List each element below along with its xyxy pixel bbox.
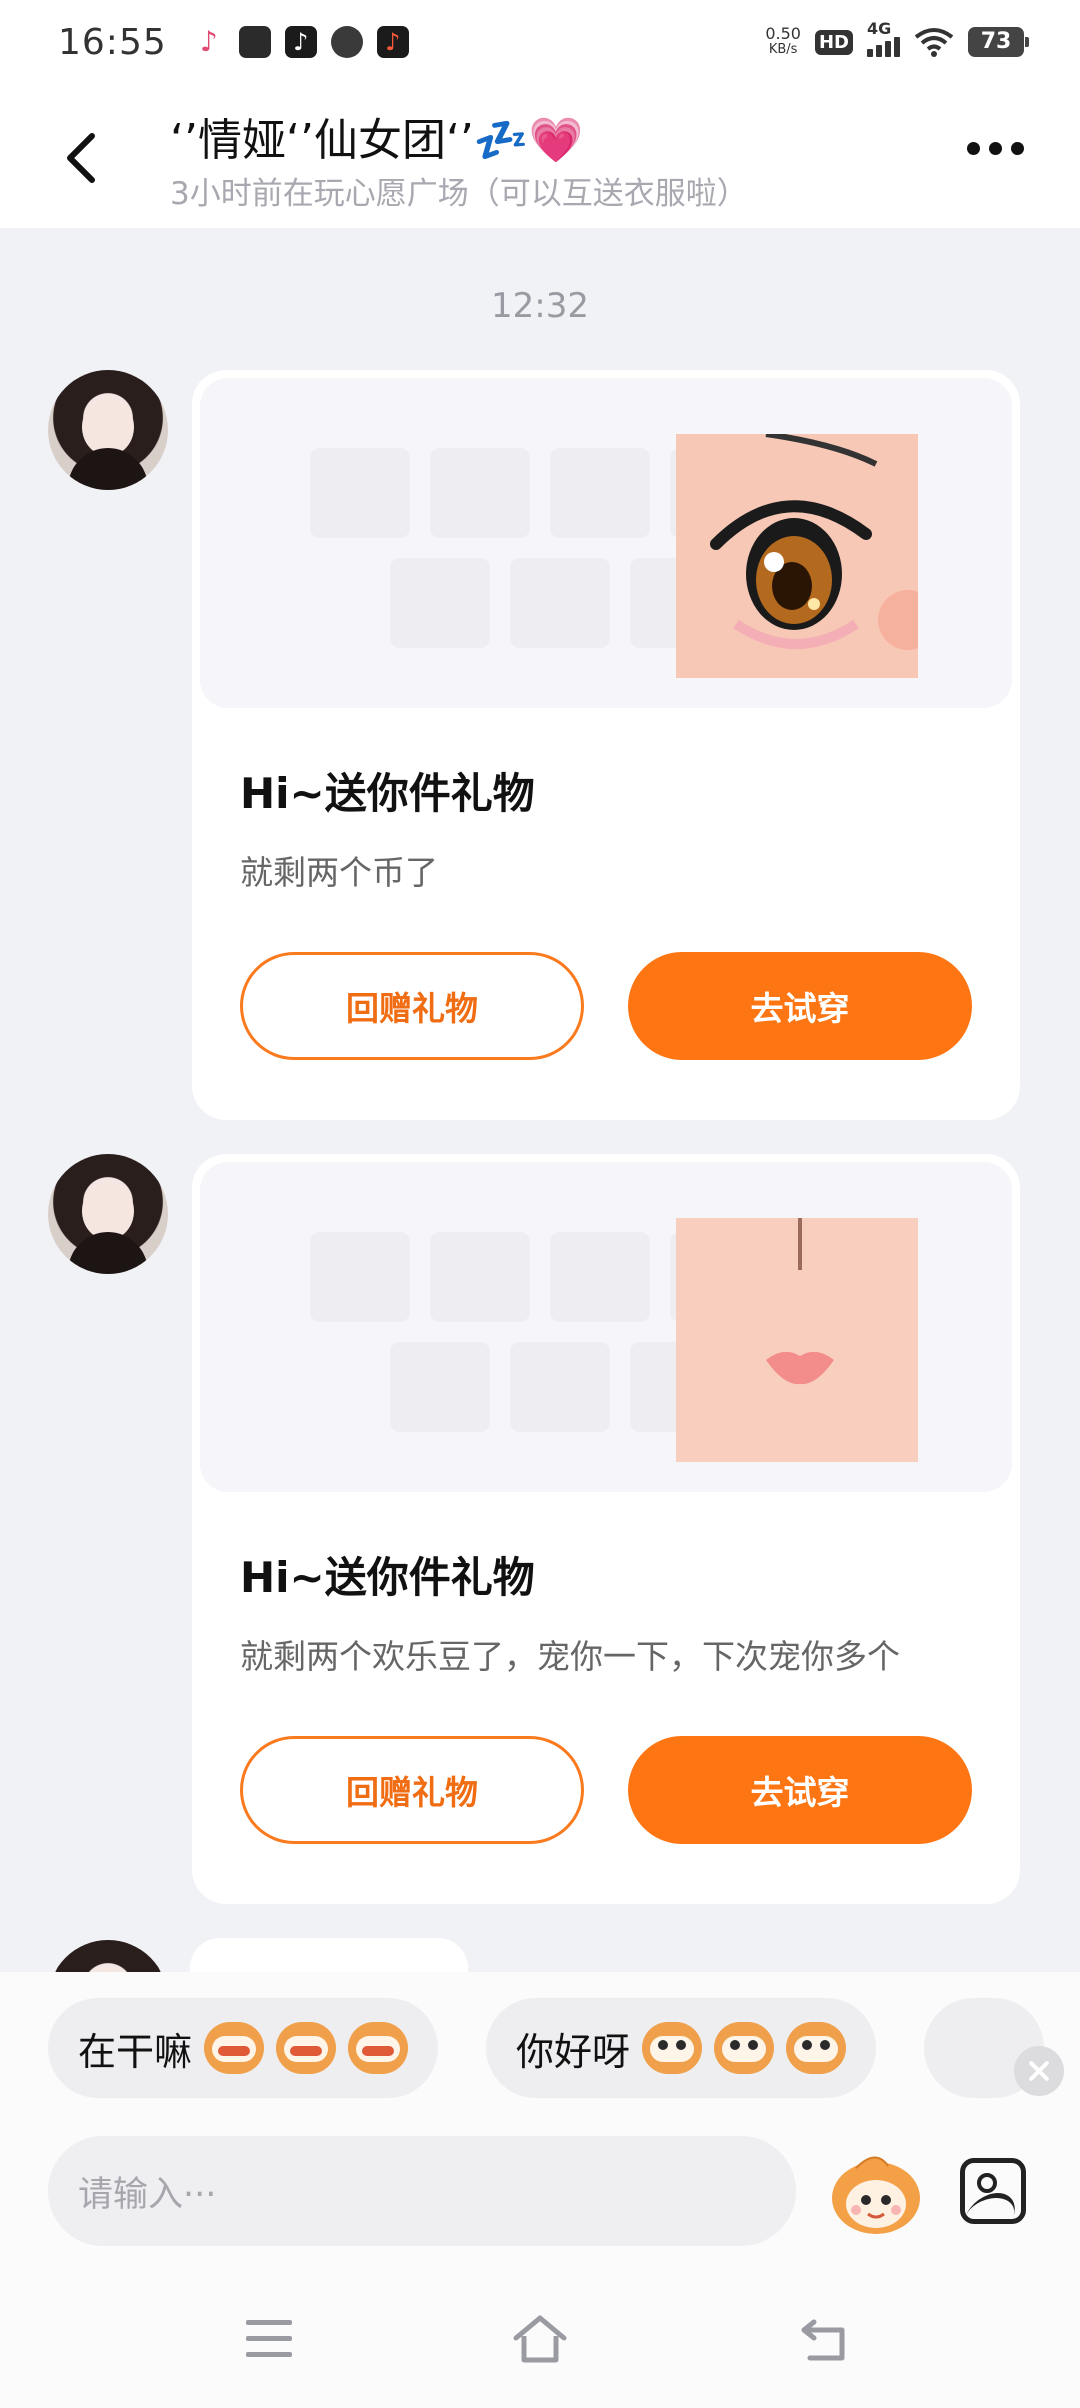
mascot-emoji-icon[interactable] — [826, 2148, 926, 2238]
home-icon[interactable] — [512, 2312, 568, 2368]
grinning-monkey-emoji-icon — [204, 2022, 265, 2074]
quick-reply-chip[interactable]: 你好呀 — [486, 1998, 877, 2098]
message-timestamp: 12:32 — [491, 286, 589, 326]
status-indicators: 0.50 KB/s HD 4G 73 — [765, 19, 1029, 58]
surprised-monkey-emoji-icon — [642, 2022, 703, 2074]
system-nav-bar — [0, 2290, 1080, 2408]
tiktok-lite-icon — [193, 26, 225, 58]
chat-title: ‘’情娅‘’仙女团‘’💤💗 — [170, 115, 584, 166]
menu-icon[interactable] — [246, 2320, 292, 2360]
gift-card: Hi~送你件礼物 就剩两个欢乐豆了，宠你一下，下次宠你多个 回赠礼物 去试穿 — [192, 1154, 1020, 1904]
wifi-icon — [914, 28, 954, 57]
avatar[interactable] — [48, 1154, 168, 1274]
back-nav-icon[interactable] — [800, 2314, 850, 2364]
message-icon — [330, 26, 363, 58]
gift-message: 就剩两个欢乐豆了，宠你一下，下次宠你多个 — [240, 1637, 900, 1676]
tiktok-icon — [284, 26, 317, 58]
gift-preview[interactable] — [200, 1162, 1012, 1492]
status-time: 16:55 — [58, 21, 167, 63]
capcut-icon — [238, 26, 271, 58]
gift-preview[interactable] — [200, 378, 1012, 708]
battery-level: 73 — [980, 29, 1012, 54]
notification-icons — [193, 26, 409, 58]
network-type: 4G — [867, 19, 892, 38]
gift-message: 就剩两个币了 — [240, 853, 438, 892]
gift-card: Hi~送你件礼物 就剩两个币了 回赠礼物 去试穿 — [192, 370, 1020, 1120]
surprised-monkey-emoji-icon — [714, 2022, 775, 2074]
network-speed: 0.50 KB/s — [765, 26, 801, 58]
gift-title: Hi~送你件礼物 — [240, 1553, 535, 1602]
try-on-button[interactable]: 去试穿 — [628, 952, 972, 1060]
anime-eye-item — [676, 434, 918, 678]
close-icon[interactable] — [1014, 2046, 1064, 2096]
chat-subtitle: 3小时前在玩心愿广场（可以互送衣服啦） — [170, 176, 748, 212]
grinning-monkey-emoji-icon — [348, 2022, 409, 2074]
back-arrow-icon[interactable] — [56, 122, 112, 192]
chat-header: ‘’情娅‘’仙女团‘’💤💗 3小时前在玩心愿广场（可以互送衣服啦） — [0, 84, 1080, 228]
quick-reply-text: 你好呀 — [516, 2029, 631, 2074]
net-speed-unit: KB/s — [768, 42, 798, 57]
signal-icon: 4G — [867, 19, 900, 57]
lips-item — [676, 1218, 918, 1462]
more-options-icon[interactable] — [967, 142, 1024, 155]
quick-reply-chip[interactable]: 在干嘛 — [48, 1998, 439, 2098]
surprised-monkey-emoji-icon — [786, 2022, 847, 2074]
net-speed-value: 0.50 — [765, 24, 801, 43]
gift-title: Hi~送你件礼物 — [240, 769, 535, 818]
message-input[interactable]: 请输入··· — [48, 2136, 796, 2246]
return-gift-button[interactable]: 回赠礼物 — [240, 1736, 584, 1844]
grinning-monkey-emoji-icon — [276, 2022, 337, 2074]
return-gift-button[interactable]: 回赠礼物 — [240, 952, 584, 1060]
tiktok-red-icon — [376, 26, 409, 58]
quick-reply-text: 在干嘛 — [78, 2029, 193, 2074]
avatar[interactable] — [48, 370, 168, 490]
quick-reply-row: 在干嘛 你好呀 — [48, 1998, 1080, 2098]
image-gallery-icon[interactable] — [960, 2158, 1026, 2224]
hd-badge: HD — [814, 29, 853, 55]
input-placeholder: 请输入··· — [78, 2174, 217, 2215]
battery-icon: 73 — [968, 27, 1029, 57]
try-on-button[interactable]: 去试穿 — [628, 1736, 972, 1844]
status-bar: 16:55 0.50 KB/s HD 4G 73 — [0, 0, 1080, 84]
